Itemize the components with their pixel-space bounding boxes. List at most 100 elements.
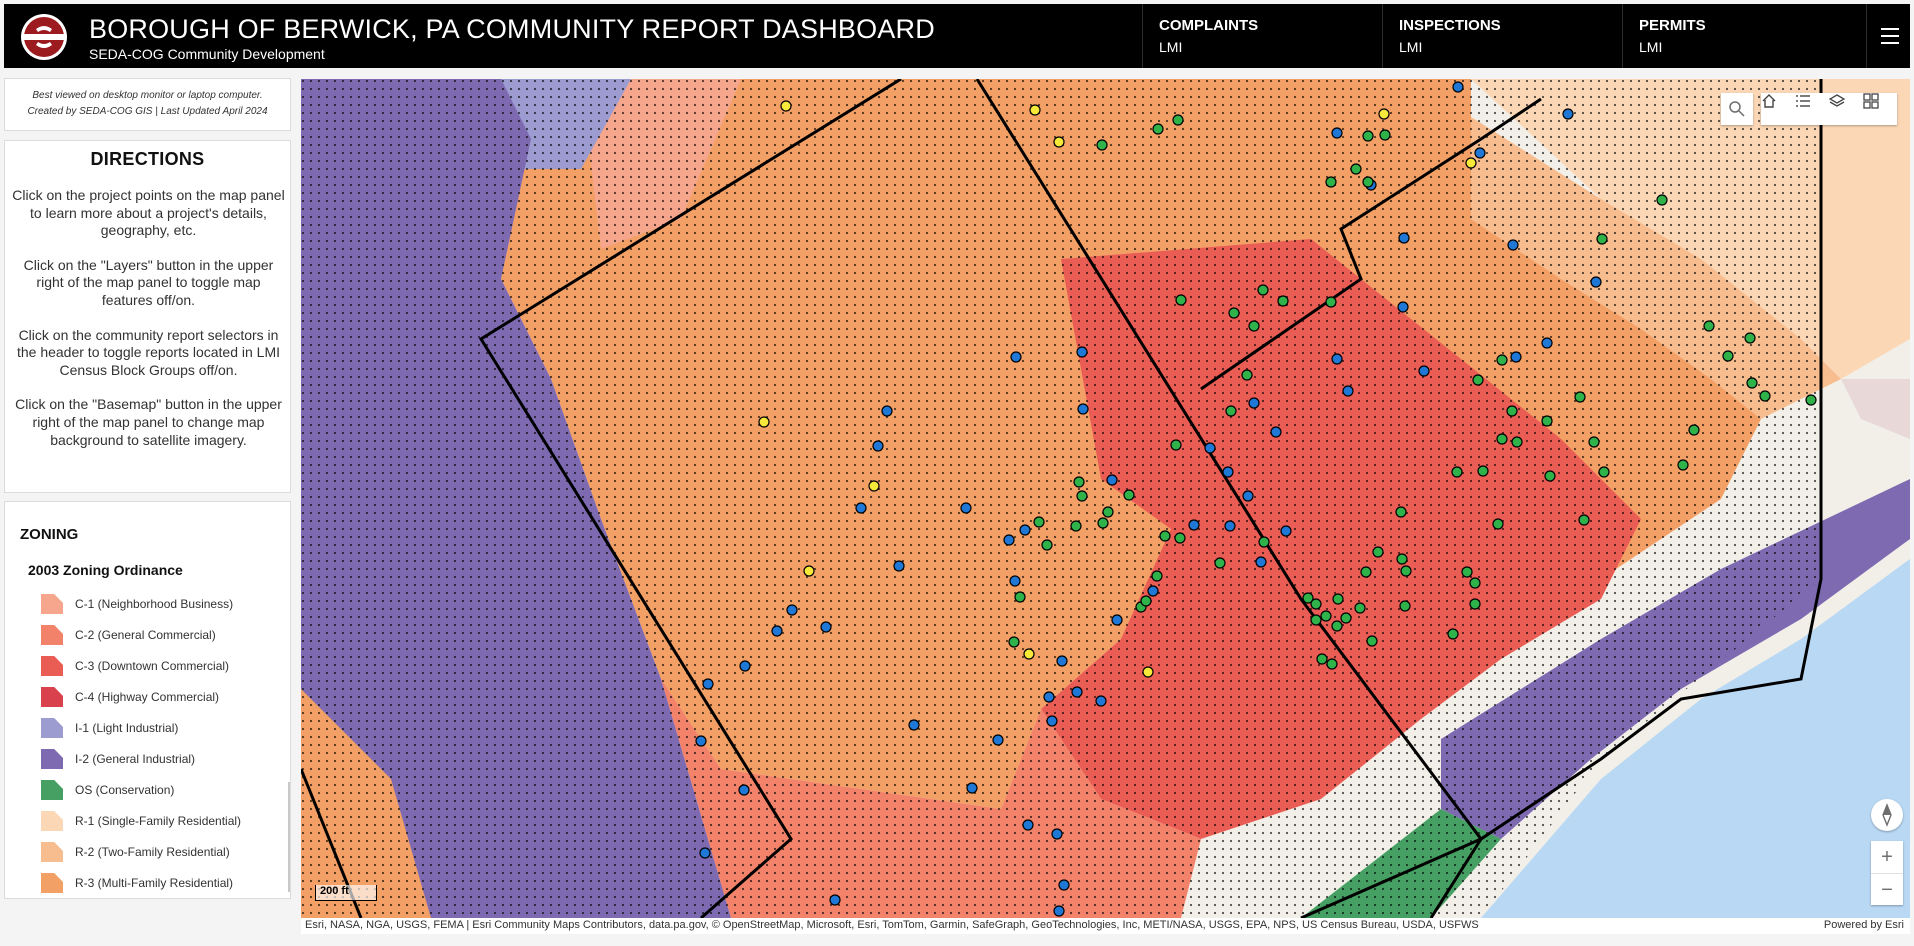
inspection-point[interactable] xyxy=(1320,610,1332,622)
inspection-point[interactable] xyxy=(1451,466,1463,478)
permit-point[interactable] xyxy=(1029,104,1041,116)
inspection-point[interactable] xyxy=(1447,628,1459,640)
complaint-point[interactable] xyxy=(1111,614,1123,626)
layers-icon[interactable] xyxy=(1829,93,1861,125)
map-view[interactable]: 200 ft + − xyxy=(301,79,1910,918)
permit-point[interactable] xyxy=(1465,157,1477,169)
inspection-point[interactable] xyxy=(1362,176,1374,188)
inspection-point[interactable] xyxy=(1102,506,1114,518)
inspection-point[interactable] xyxy=(1354,602,1366,614)
inspection-point[interactable] xyxy=(1588,436,1600,448)
inspection-point[interactable] xyxy=(1033,516,1045,528)
inspection-point[interactable] xyxy=(1805,394,1817,406)
inspection-point[interactable] xyxy=(1511,436,1523,448)
complaint-point[interactable] xyxy=(1046,715,1058,727)
complaint-point[interactable] xyxy=(1224,520,1236,532)
complaint-point[interactable] xyxy=(1418,365,1430,377)
complaint-point[interactable] xyxy=(1009,575,1021,587)
inspection-point[interactable] xyxy=(1277,295,1289,307)
inspection-point[interactable] xyxy=(1008,636,1020,648)
inspection-point[interactable] xyxy=(1379,129,1391,141)
inspection-point[interactable] xyxy=(1506,405,1518,417)
inspection-point[interactable] xyxy=(1248,320,1260,332)
complaint-point[interactable] xyxy=(1331,127,1343,139)
inspection-point[interactable] xyxy=(1172,114,1184,126)
complaint-point[interactable] xyxy=(1053,905,1065,917)
permit-point[interactable] xyxy=(868,480,880,492)
inspection-point[interactable] xyxy=(1331,620,1343,632)
complaint-point[interactable] xyxy=(1095,695,1107,707)
complaint-point[interactable] xyxy=(702,678,714,690)
inspection-point[interactable] xyxy=(1159,530,1171,542)
complaint-point[interactable] xyxy=(1242,490,1254,502)
complaint-point[interactable] xyxy=(1507,239,1519,251)
inspection-point[interactable] xyxy=(1316,653,1328,665)
inspection-point[interactable] xyxy=(1096,139,1108,151)
inspection-point[interactable] xyxy=(1469,598,1481,610)
complaint-point[interactable] xyxy=(893,560,905,572)
inspection-point[interactable] xyxy=(1097,517,1109,529)
complaint-point[interactable] xyxy=(1255,556,1267,568)
inspection-point[interactable] xyxy=(1395,506,1407,518)
inspection-point[interactable] xyxy=(1310,614,1322,626)
inspection-point[interactable] xyxy=(1325,296,1337,308)
complaint-point[interactable] xyxy=(872,440,884,452)
inspection-point[interactable] xyxy=(1123,489,1135,501)
inspection-point[interactable] xyxy=(1151,570,1163,582)
inspection-point[interactable] xyxy=(1257,284,1269,296)
inspection-point[interactable] xyxy=(1214,557,1226,569)
inspection-point[interactable] xyxy=(1258,536,1270,548)
inspection-point[interactable] xyxy=(1225,405,1237,417)
complaint-point[interactable] xyxy=(1204,442,1216,454)
complaint-point[interactable] xyxy=(1331,353,1343,365)
inspection-point[interactable] xyxy=(1014,591,1026,603)
complaint-point[interactable] xyxy=(1003,534,1015,546)
complaint-point[interactable] xyxy=(786,604,798,616)
inspection-point[interactable] xyxy=(1477,465,1489,477)
inspection-point[interactable] xyxy=(1175,294,1187,306)
complaint-point[interactable] xyxy=(695,735,707,747)
complaint-point[interactable] xyxy=(1058,879,1070,891)
complaint-point[interactable] xyxy=(1474,147,1486,159)
inspection-point[interactable] xyxy=(1152,123,1164,135)
complaint-point[interactable] xyxy=(1071,686,1083,698)
complaint-point[interactable] xyxy=(771,625,783,637)
inspection-point[interactable] xyxy=(1574,391,1586,403)
inspection-point[interactable] xyxy=(1677,459,1689,471)
inspections-selector[interactable]: INSPECTIONS LMI xyxy=(1382,4,1622,68)
inspection-point[interactable] xyxy=(1544,470,1556,482)
inspection-point[interactable] xyxy=(1596,233,1608,245)
complaint-point[interactable] xyxy=(1077,403,1089,415)
complaint-point[interactable] xyxy=(699,847,711,859)
inspection-point[interactable] xyxy=(1400,565,1412,577)
permit-point[interactable] xyxy=(1023,648,1035,660)
inspection-point[interactable] xyxy=(1362,130,1374,142)
inspection-point[interactable] xyxy=(1041,539,1053,551)
complaint-point[interactable] xyxy=(1541,337,1553,349)
inspection-point[interactable] xyxy=(1578,514,1590,526)
complaint-point[interactable] xyxy=(1051,828,1063,840)
complaint-point[interactable] xyxy=(908,719,920,731)
inspection-point[interactable] xyxy=(1332,593,1344,605)
inspection-point[interactable] xyxy=(1541,415,1553,427)
permits-selector[interactable]: PERMITS LMI xyxy=(1622,4,1862,68)
inspection-point[interactable] xyxy=(1350,163,1362,175)
complaints-selector[interactable]: COMPLAINTS LMI xyxy=(1142,4,1382,68)
zoning-map[interactable] xyxy=(301,79,1910,918)
inspection-point[interactable] xyxy=(1703,320,1715,332)
zoom-out-button[interactable]: − xyxy=(1871,873,1903,905)
powered-by-esri[interactable]: Powered by Esri xyxy=(1824,919,1904,931)
complaint-point[interactable] xyxy=(1397,301,1409,313)
complaint-point[interactable] xyxy=(1452,81,1464,93)
inspection-point[interactable] xyxy=(1461,566,1473,578)
inspection-point[interactable] xyxy=(1396,553,1408,565)
complaint-point[interactable] xyxy=(992,734,1004,746)
inspection-point[interactable] xyxy=(1076,490,1088,502)
inspection-point[interactable] xyxy=(1228,307,1240,319)
complaint-point[interactable] xyxy=(960,502,972,514)
complaint-point[interactable] xyxy=(1147,585,1159,597)
inspection-point[interactable] xyxy=(1744,332,1756,344)
legend-list-icon[interactable] xyxy=(1795,93,1827,125)
home-icon[interactable] xyxy=(1761,93,1793,125)
inspection-point[interactable] xyxy=(1469,577,1481,589)
